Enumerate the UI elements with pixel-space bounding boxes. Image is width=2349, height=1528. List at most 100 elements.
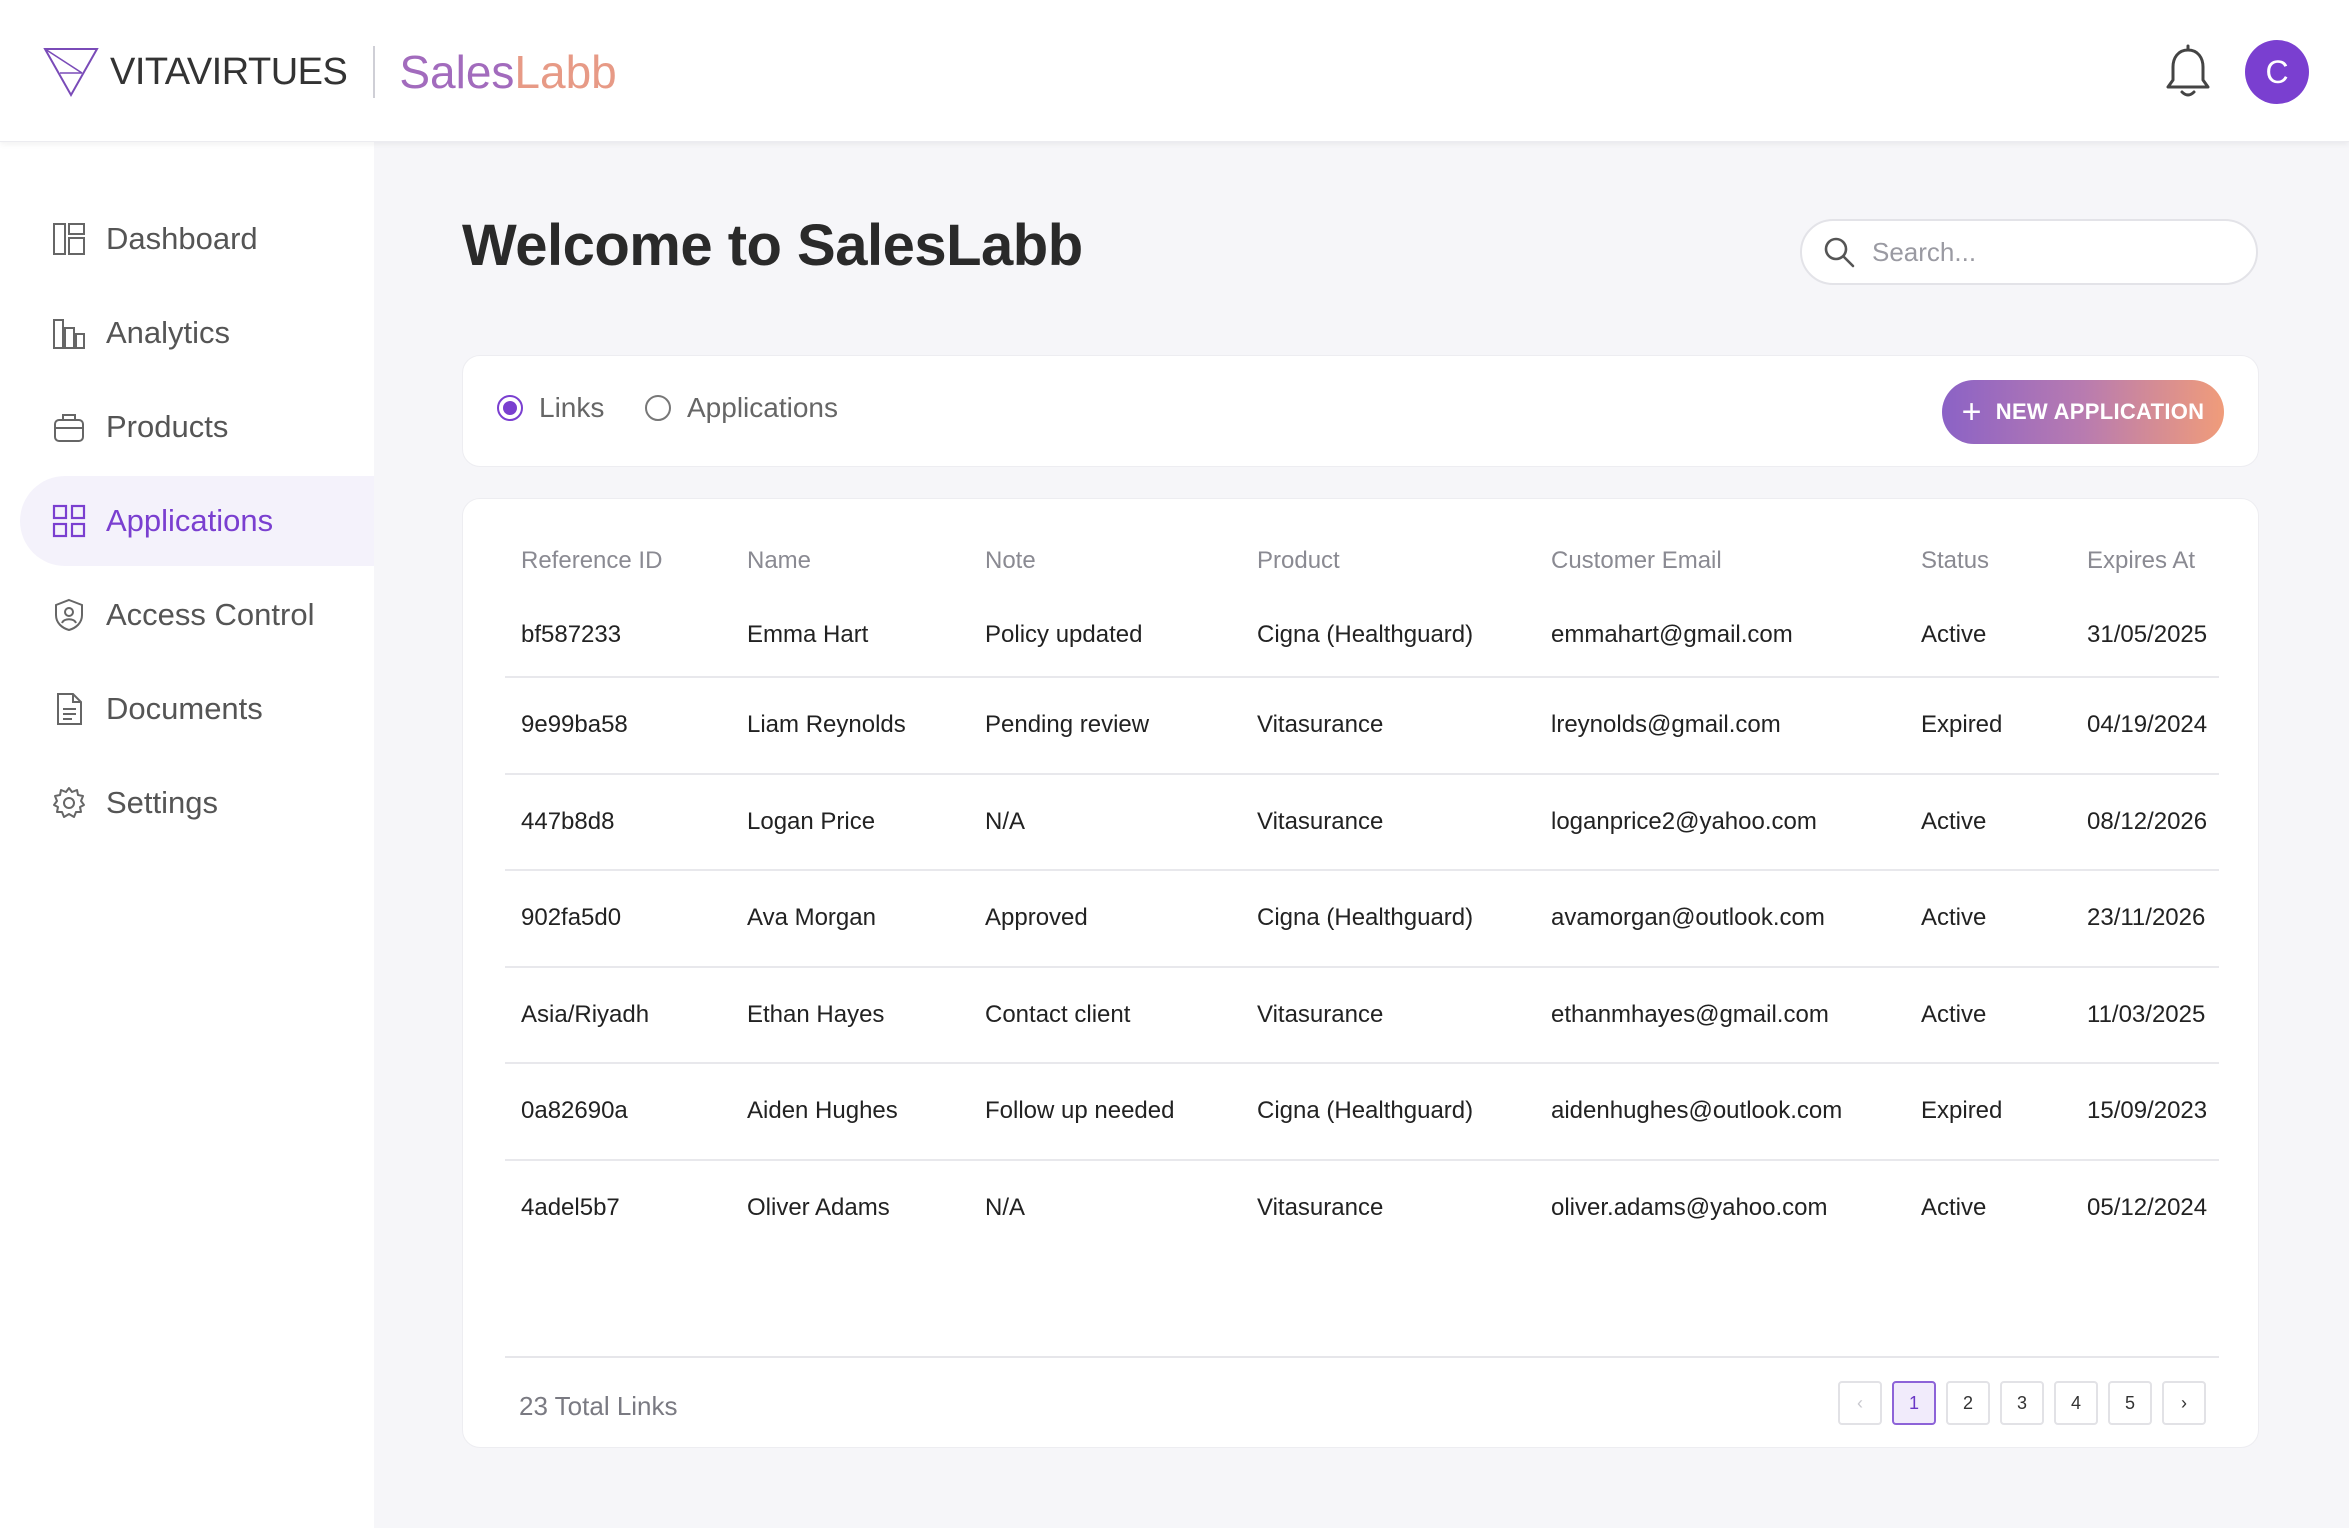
- cell-reference-id: bf587233: [505, 593, 731, 678]
- page-button-3[interactable]: 3: [2000, 1381, 2044, 1425]
- table-row[interactable]: 902fa5d0 Ava Morgan Approved Cigna (Heal…: [505, 870, 2219, 968]
- cell-reference-id: Asia/Riyadh: [505, 966, 731, 1064]
- sidebar-item-label: Applications: [106, 503, 274, 538]
- gear-icon: [52, 786, 86, 820]
- sidebar-item-label: Settings: [106, 785, 219, 820]
- cell-reference-id: 4adel5b7: [521, 1194, 620, 1222]
- column-header-expires-at[interactable]: Expires At: [2071, 529, 2219, 593]
- cell-name: Oliver Adams: [747, 1194, 890, 1222]
- user-avatar[interactable]: C: [2245, 40, 2309, 104]
- page-button-1[interactable]: 1: [1892, 1381, 1936, 1425]
- column-header-customer-email[interactable]: Customer Email: [1535, 529, 1905, 593]
- links-table: Reference ID Name Note Product Customer …: [505, 529, 2219, 1256]
- cell-note: Policy updated: [969, 593, 1241, 678]
- table-row[interactable]: bf587233 Emma Hart Policy updated Cigna …: [505, 593, 2219, 678]
- links-table-card: Reference ID Name Note Product Customer …: [462, 498, 2259, 1448]
- cell-status: Expired: [1905, 677, 2071, 775]
- sidebar-item-label: Dashboard: [106, 221, 258, 256]
- sidebar-item-documents[interactable]: Documents: [20, 664, 374, 754]
- sidebar-item-label: Documents: [106, 691, 263, 726]
- cell-status: Active: [1905, 966, 2071, 1064]
- sidebar-item-access-control[interactable]: Access Control: [20, 570, 374, 660]
- cell-note: N/A: [969, 773, 1241, 871]
- sidebar-item-label: Analytics: [106, 315, 231, 350]
- sidebar-item-settings[interactable]: Settings: [20, 758, 374, 848]
- top-bar: VITAVIRTUES SalesLabb C: [0, 0, 2349, 142]
- table-row[interactable]: 447b8d8 Logan Price N/A Vitasurance loga…: [505, 773, 2219, 871]
- bar-chart-icon: [52, 316, 86, 350]
- search-input[interactable]: [1872, 236, 2232, 268]
- column-header-status[interactable]: Status: [1905, 529, 2071, 593]
- cell-note: Pending review: [969, 677, 1241, 775]
- sidebar-item-label: Products: [106, 409, 229, 444]
- total-links-count: 23 Total Links: [519, 1391, 678, 1421]
- cell-status: Active: [1905, 870, 2071, 968]
- page-button-5[interactable]: 5: [2108, 1381, 2152, 1425]
- brand-labb-text: Labb: [514, 46, 617, 98]
- cell-name: Ava Morgan: [731, 870, 969, 968]
- sidebar-item-products[interactable]: Products: [20, 382, 374, 472]
- table-row[interactable]: 9e99ba58 Liam Reynolds Pending review Vi…: [505, 677, 2219, 775]
- cell-note: N/A: [985, 1194, 1026, 1222]
- column-header-note[interactable]: Note: [969, 529, 1241, 593]
- cell-expires-at: 15/09/2023: [2071, 1063, 2219, 1161]
- brand-logo[interactable]: VITAVIRTUES SalesLabb: [42, 44, 617, 100]
- cell-customer-email: lreynolds@gmail.com: [1535, 677, 1905, 775]
- cell-product: Cigna (Healthguard): [1241, 1063, 1535, 1161]
- radio-links-indicator: [497, 395, 523, 421]
- brand-vitavirtues: VITAVIRTUES: [110, 50, 348, 93]
- search-icon: [1824, 237, 1855, 268]
- cell-status: Active: [1905, 593, 2071, 678]
- shield-icon: [52, 598, 86, 632]
- box-icon: [52, 410, 86, 444]
- search-box[interactable]: [1800, 219, 2258, 285]
- cell-name: Aiden Hughes: [731, 1063, 969, 1161]
- brand-divider: [373, 46, 376, 98]
- cell-name: Emma Hart: [731, 593, 969, 678]
- table-row[interactable]: 0a82690a Aiden Hughes Follow up needed C…: [505, 1063, 2219, 1161]
- cell-reference-id: 902fa5d0: [505, 870, 731, 968]
- cell-expires-at: 31/05/2025: [2071, 593, 2219, 678]
- column-header-product[interactable]: Product: [1241, 529, 1535, 593]
- notification-bell-icon[interactable]: [2164, 44, 2212, 100]
- sidebar-item-analytics[interactable]: Analytics: [20, 288, 374, 378]
- table-header-row: Reference ID Name Note Product Customer …: [505, 529, 2219, 593]
- cell-expires-at: 08/12/2026: [2071, 773, 2219, 871]
- table-row[interactable]: Asia/Riyadh Ethan Hayes Contact client V…: [505, 966, 2219, 1064]
- page-button-2[interactable]: 2: [1946, 1381, 1990, 1425]
- filter-bar: Links Applications + NEW APPLICATION: [462, 355, 2259, 467]
- radio-links[interactable]: Links: [497, 392, 604, 424]
- plus-icon: +: [1961, 393, 1982, 431]
- dashboard-icon: [52, 222, 86, 256]
- cell-customer-email: aidenhughes@outlook.com: [1535, 1063, 1905, 1161]
- cell-customer-email: emmahart@gmail.com: [1535, 593, 1905, 678]
- previous-page-button[interactable]: ‹: [1838, 1381, 1882, 1425]
- sidebar-item-dashboard[interactable]: Dashboard: [20, 194, 374, 284]
- cell-expires-at: 23/11/2026: [2071, 870, 2219, 968]
- column-header-reference-id[interactable]: Reference ID: [505, 529, 731, 593]
- cell-product: Cigna (Healthguard): [1241, 870, 1535, 968]
- cell-status: Active: [1921, 1194, 1987, 1222]
- cell-customer-email: oliver.adams@yahoo.com: [1551, 1194, 1828, 1222]
- cell-reference-id: 9e99ba58: [505, 677, 731, 775]
- next-page-button[interactable]: ›: [2162, 1381, 2206, 1425]
- new-application-label: NEW APPLICATION: [1995, 399, 2205, 424]
- cell-product: Vitasurance: [1257, 1194, 1384, 1222]
- page-button-4[interactable]: 4: [2054, 1381, 2098, 1425]
- radio-applications[interactable]: Applications: [645, 392, 838, 424]
- document-icon: [52, 692, 86, 726]
- cell-note: Approved: [969, 870, 1241, 968]
- cell-product: Vitasurance: [1241, 966, 1535, 1064]
- cell-name: Logan Price: [731, 773, 969, 871]
- grid-icon: [52, 504, 86, 538]
- new-application-button[interactable]: + NEW APPLICATION: [1942, 380, 2224, 444]
- cell-expires-at: 04/19/2024: [2071, 677, 2219, 775]
- cell-reference-id: 447b8d8: [505, 773, 731, 871]
- sidebar-item-applications[interactable]: Applications: [20, 476, 374, 566]
- column-header-name[interactable]: Name: [731, 529, 969, 593]
- cell-reference-id: 0a82690a: [505, 1063, 731, 1161]
- table-row[interactable]: 4adel5b7 Oliver Adams N/A Vitasurance ol…: [505, 1160, 2219, 1257]
- cell-expires-at: 11/03/2025: [2071, 966, 2219, 1064]
- cell-expires-at: 05/12/2024: [2087, 1194, 2208, 1222]
- cell-product: Vitasurance: [1241, 773, 1535, 871]
